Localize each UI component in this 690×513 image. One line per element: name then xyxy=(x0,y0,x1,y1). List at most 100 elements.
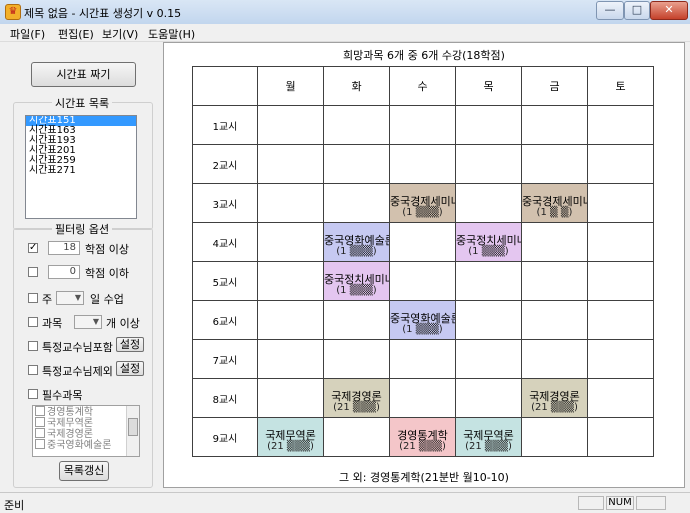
timetable-cell[interactable] xyxy=(257,105,324,145)
exclude-prof-checkbox[interactable] xyxy=(28,365,38,375)
days-per-week-select[interactable]: ▼ xyxy=(56,291,84,305)
timetable-cell[interactable]: 중국정치세미나 (1 ▒▒▒) xyxy=(455,222,522,262)
min-credits-input[interactable]: 18 xyxy=(48,241,80,255)
course-checkbox[interactable] xyxy=(35,417,45,427)
timetable-cell[interactable] xyxy=(389,222,456,262)
timetable-cell[interactable] xyxy=(521,339,588,379)
required-course-item[interactable]: 국제경영론 xyxy=(33,428,139,440)
course-block[interactable]: 중국정치세미나 (1 ▒▒▒) xyxy=(324,262,389,300)
course-block[interactable]: 국제경영론 (21 ▒▒▒) xyxy=(522,379,587,417)
timetable-cell[interactable] xyxy=(587,417,654,457)
course-block[interactable]: 국제경영론 (21 ▒▒▒) xyxy=(324,379,389,417)
timetable-cell[interactable] xyxy=(587,183,654,223)
timetable-cell[interactable] xyxy=(257,144,324,184)
course-block[interactable]: 경영통계학 (21 ▒▒▒) xyxy=(390,418,455,456)
timetable-cell[interactable] xyxy=(389,105,456,145)
timetable-cell[interactable]: 국제경영론 (21 ▒▒▒) xyxy=(521,378,588,418)
exclude-prof-settings-button[interactable]: 설정 xyxy=(116,361,144,376)
timetable-cell[interactable] xyxy=(455,339,522,379)
timetable-cell[interactable] xyxy=(587,300,654,340)
timetable-cell[interactable] xyxy=(587,222,654,262)
close-button[interactable]: ✕ xyxy=(650,1,688,20)
course-block[interactable]: 국제무역론 (21 ▒▒▒) xyxy=(456,418,521,456)
timetable-cell[interactable]: 중국영화예술론 (1 ▒▒▒) xyxy=(389,300,456,340)
timetable-cell[interactable]: 중국영화예술론 (1 ▒▒▒) xyxy=(323,222,390,262)
timetable-cell[interactable] xyxy=(323,417,390,457)
timetable-cell[interactable] xyxy=(257,378,324,418)
course-block[interactable]: 중국영화예술론 (1 ▒▒▒) xyxy=(324,223,389,261)
title-bar[interactable]: ♛ 제목 없음 - 시간표 생성기 v 0.15 — □ ✕ xyxy=(0,0,690,25)
required-courses-list[interactable]: 경영통계학 국제무역론 국제경영론 중국영화예술론 xyxy=(32,405,140,457)
timetable-cell[interactable] xyxy=(389,339,456,379)
timetable-cell[interactable] xyxy=(521,300,588,340)
timetable-cell[interactable] xyxy=(455,105,522,145)
timetable-cell[interactable] xyxy=(587,261,654,301)
required-course-item[interactable]: 국제무역론 xyxy=(33,417,139,429)
timetable-cell[interactable]: 국제무역론 (21 ▒▒▒) xyxy=(257,417,324,457)
required-course-item[interactable]: 중국영화예술론 xyxy=(33,439,139,451)
course-checkbox[interactable] xyxy=(35,439,45,449)
timetable-cell[interactable] xyxy=(521,144,588,184)
timetable-cell[interactable] xyxy=(257,339,324,379)
timetable-cell[interactable] xyxy=(323,105,390,145)
timetable-cell[interactable] xyxy=(521,222,588,262)
scrollbar-thumb[interactable] xyxy=(128,418,138,436)
timetable-cell[interactable]: 경영통계학 (21 ▒▒▒) xyxy=(389,417,456,457)
timetable-cell[interactable] xyxy=(389,144,456,184)
generate-timetable-button[interactable]: 시간표 짜기 xyxy=(31,62,136,87)
menu-help[interactable]: 도움말(H) xyxy=(148,26,195,42)
include-prof-settings-button[interactable]: 설정 xyxy=(116,337,144,352)
courses-per-day-checkbox[interactable] xyxy=(28,317,38,327)
timetable-cell[interactable] xyxy=(257,300,324,340)
timetable-cell[interactable] xyxy=(455,183,522,223)
courses-scrollbar[interactable] xyxy=(126,406,139,456)
max-credits-input[interactable]: 0 xyxy=(48,265,80,279)
menu-edit[interactable]: 편집(E) xyxy=(58,26,94,42)
timetable-cell[interactable]: 중국정치세미나 (1 ▒▒▒) xyxy=(323,261,390,301)
refresh-list-button[interactable]: 목록갱신 xyxy=(59,461,109,481)
timetable-cell[interactable] xyxy=(257,261,324,301)
timetable-cell[interactable] xyxy=(521,105,588,145)
courses-per-day-select[interactable]: ▼ xyxy=(74,315,102,329)
min-credits-checkbox[interactable]: ✓ xyxy=(28,243,38,253)
timetable-cell[interactable] xyxy=(455,300,522,340)
timetable-cell[interactable]: 국제무역론 (21 ▒▒▒) xyxy=(455,417,522,457)
timetable-cell[interactable]: 국제경영론 (21 ▒▒▒) xyxy=(323,378,390,418)
course-checkbox[interactable] xyxy=(35,428,45,438)
timetable-cell[interactable] xyxy=(389,378,456,418)
timetable-cell[interactable] xyxy=(323,339,390,379)
timetable-cell[interactable] xyxy=(257,183,324,223)
course-block[interactable]: 중국영화예술론 (1 ▒▒▒) xyxy=(390,301,455,339)
course-block[interactable]: 중국정치세미나 (1 ▒▒▒) xyxy=(456,223,521,261)
menu-file[interactable]: 파일(F) xyxy=(10,26,45,42)
timetable-cell[interactable] xyxy=(257,222,324,262)
timetable-list-item[interactable]: 시간표271 xyxy=(26,166,136,176)
timetable-cell[interactable]: 중국경제세미나 (1 ▒▒▒) xyxy=(389,183,456,223)
minimize-button[interactable]: — xyxy=(596,1,624,20)
timetable-cell[interactable] xyxy=(323,183,390,223)
maximize-button[interactable]: □ xyxy=(624,1,650,20)
timetable-cell[interactable] xyxy=(521,261,588,301)
timetable-cell[interactable] xyxy=(587,144,654,184)
timetable-cell[interactable] xyxy=(587,105,654,145)
max-credits-checkbox[interactable] xyxy=(28,267,38,277)
timetable-cell[interactable] xyxy=(323,300,390,340)
timetable-cell[interactable] xyxy=(455,261,522,301)
course-block[interactable]: 중국경제세미나 (1 ▒▒▒) xyxy=(390,184,455,222)
include-prof-checkbox[interactable] xyxy=(28,341,38,351)
timetable-cell[interactable] xyxy=(587,339,654,379)
course-block[interactable]: 중국경제세미나 (1 ▒ ▒) xyxy=(522,184,587,222)
course-block[interactable]: 국제무역론 (21 ▒▒▒) xyxy=(258,418,323,456)
timetable-cell[interactable] xyxy=(587,378,654,418)
required-course-item[interactable]: 경영통계학 xyxy=(33,406,139,418)
timetable-cell[interactable] xyxy=(455,378,522,418)
course-checkbox[interactable] xyxy=(35,406,45,416)
timetable-cell[interactable] xyxy=(389,261,456,301)
timetable-cell[interactable] xyxy=(521,417,588,457)
timetable-listbox[interactable]: 시간표151 시간표163 시간표193 시간표201 시간표259 시간표271 xyxy=(25,115,137,219)
timetable-cell[interactable] xyxy=(323,144,390,184)
days-per-week-checkbox[interactable] xyxy=(28,293,38,303)
menu-view[interactable]: 보기(V) xyxy=(102,26,138,42)
required-courses-checkbox[interactable] xyxy=(28,389,38,399)
timetable-cell[interactable]: 중국경제세미나 (1 ▒ ▒) xyxy=(521,183,588,223)
